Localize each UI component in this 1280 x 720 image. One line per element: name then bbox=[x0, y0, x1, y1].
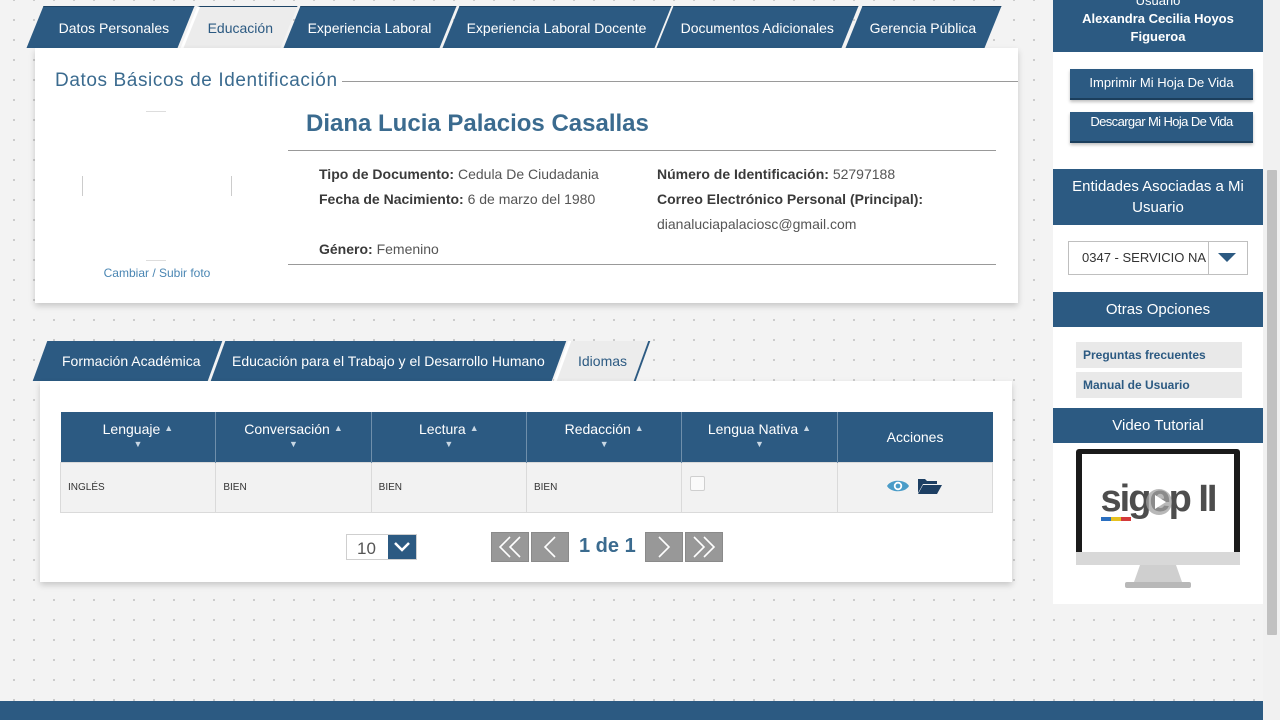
native-checkbox[interactable] bbox=[690, 476, 706, 492]
cell-language: Inglés bbox=[59, 461, 217, 513]
cell-conversation: Bien bbox=[215, 461, 372, 513]
chevron-down-icon bbox=[388, 535, 416, 559]
user-manual-link[interactable]: Manual de Usuario bbox=[1076, 372, 1242, 398]
info-divider-top bbox=[288, 150, 996, 151]
change-photo-link[interactable]: Cambiar / Subir foto bbox=[97, 266, 217, 280]
page-indicator: 1 de 1 bbox=[579, 535, 636, 557]
scrollbar-thumb[interactable] bbox=[1267, 170, 1277, 635]
email-label: Correo Electrónico Personal (Principal): bbox=[657, 191, 924, 207]
video-tutorial-player[interactable]: sigep II bbox=[1075, 448, 1241, 593]
download-cv-button[interactable]: Descargar Mi Hoja De Vida bbox=[1070, 112, 1253, 143]
main-tabs: Datos Personales Educación Experiencia L… bbox=[26, 6, 1001, 48]
languages-card: Lenguaje ▲ ▼ Conversación ▲ ▼ Lectura ▲ ▼ Reda… bbox=[40, 381, 1012, 582]
doc-type-field: Tipo de Documento: Cedula De Ciudadania bbox=[319, 166, 599, 182]
chevron-right-icon bbox=[658, 536, 671, 558]
table-row: Inglés Bien Bien Bien bbox=[59, 461, 994, 513]
education-subtabs: Formación Académica Educación para el Tr… bbox=[32, 341, 651, 381]
header-redaccion[interactable]: Redacción ▲ ▼ bbox=[526, 412, 683, 462]
double-chevron-right-icon bbox=[693, 536, 716, 558]
subtab-educacion-trabajo[interactable]: Educación para el Trabajo y el Desarroll… bbox=[210, 341, 566, 381]
next-page-button[interactable] bbox=[645, 532, 683, 562]
faq-link[interactable]: Preguntas frecuentes bbox=[1076, 342, 1242, 368]
gender-field: Género: Femenino bbox=[319, 241, 439, 257]
tab-documentos-adicionales[interactable]: Documentos Adicionales bbox=[656, 6, 860, 48]
page-size-select[interactable]: 10 bbox=[346, 534, 417, 560]
caret-down-icon bbox=[1207, 242, 1247, 274]
page-scrollbar[interactable] bbox=[1263, 0, 1280, 720]
subtab-idiomas[interactable]: Idiomas bbox=[554, 341, 651, 381]
entity-select[interactable]: 0347 - SERVICIO NACIONAL DE APRENDIZAJE bbox=[1068, 241, 1248, 275]
prev-page-button[interactable] bbox=[531, 532, 569, 562]
user-name: Alexandra Cecilia Hoyos Figueroa bbox=[1082, 11, 1234, 44]
subtab-formacion-academica[interactable]: Formación Académica bbox=[32, 341, 222, 381]
first-page-button[interactable] bbox=[491, 532, 529, 562]
basic-info-card: Datos Básicos de Identificación Cambiar … bbox=[35, 48, 1018, 303]
print-cv-button[interactable]: Imprimir Mi Hoja De Vida bbox=[1070, 69, 1253, 100]
tab-datos-personales[interactable]: Datos Personales bbox=[26, 6, 195, 48]
cell-native bbox=[681, 461, 838, 513]
header-lengua-nativa[interactable]: Lengua Nativa ▲ ▼ bbox=[681, 412, 838, 462]
double-chevron-left-icon bbox=[498, 536, 521, 558]
person-name: Diana Lucia Palacios Casallas bbox=[306, 110, 649, 137]
other-options-header: Otras Opciones bbox=[1053, 292, 1263, 327]
last-page-button[interactable] bbox=[685, 532, 723, 562]
tab-experiencia-laboral-docente[interactable]: Experiencia Laboral Docente bbox=[442, 6, 671, 48]
user-header: Usuario Alexandra Cecilia Hoyos Figueroa bbox=[1053, 0, 1263, 52]
header-conversacion[interactable]: Conversación ▲ ▼ bbox=[215, 412, 372, 462]
profile-photo bbox=[82, 111, 232, 261]
languages-table: Lenguaje ▲ ▼ Conversación ▲ ▼ Lectura ▲ ▼ Reda… bbox=[59, 412, 994, 513]
view-eye-icon[interactable] bbox=[886, 478, 910, 497]
entities-header: Entidades Asociadas a Mi Usuario bbox=[1053, 169, 1263, 225]
section-title: Datos Básicos de Identificación bbox=[55, 70, 342, 92]
chevron-left-icon bbox=[543, 536, 556, 558]
cell-actions bbox=[836, 461, 994, 513]
cell-writing: Bien bbox=[525, 461, 683, 513]
header-acciones: Acciones bbox=[837, 412, 993, 462]
id-number-field: Número de Identificación: 52797188 bbox=[657, 166, 896, 182]
right-sidebar: Usuario Alexandra Cecilia Hoyos Figueroa… bbox=[1053, 0, 1263, 604]
tab-educacion[interactable]: Educación bbox=[180, 6, 298, 48]
tab-gerencia-publica[interactable]: Gerencia Pública bbox=[845, 6, 1001, 48]
cell-reading: Bien bbox=[370, 461, 527, 513]
folder-open-icon[interactable] bbox=[917, 477, 943, 498]
video-tutorial-header: Video Tutorial bbox=[1053, 408, 1263, 443]
birth-date-field: Fecha de Nacimiento: 6 de marzo del 1980 bbox=[319, 191, 596, 207]
header-lenguaje[interactable]: Lenguaje ▲ ▼ bbox=[60, 412, 217, 462]
page-footer bbox=[0, 701, 1263, 720]
info-divider-bottom bbox=[288, 264, 996, 265]
email-value: dianaluciapalaciosc@gmail.com bbox=[657, 216, 857, 232]
tab-experiencia-laboral[interactable]: Experiencia Laboral bbox=[283, 6, 457, 48]
header-lectura[interactable]: Lectura ▲ ▼ bbox=[371, 412, 527, 462]
